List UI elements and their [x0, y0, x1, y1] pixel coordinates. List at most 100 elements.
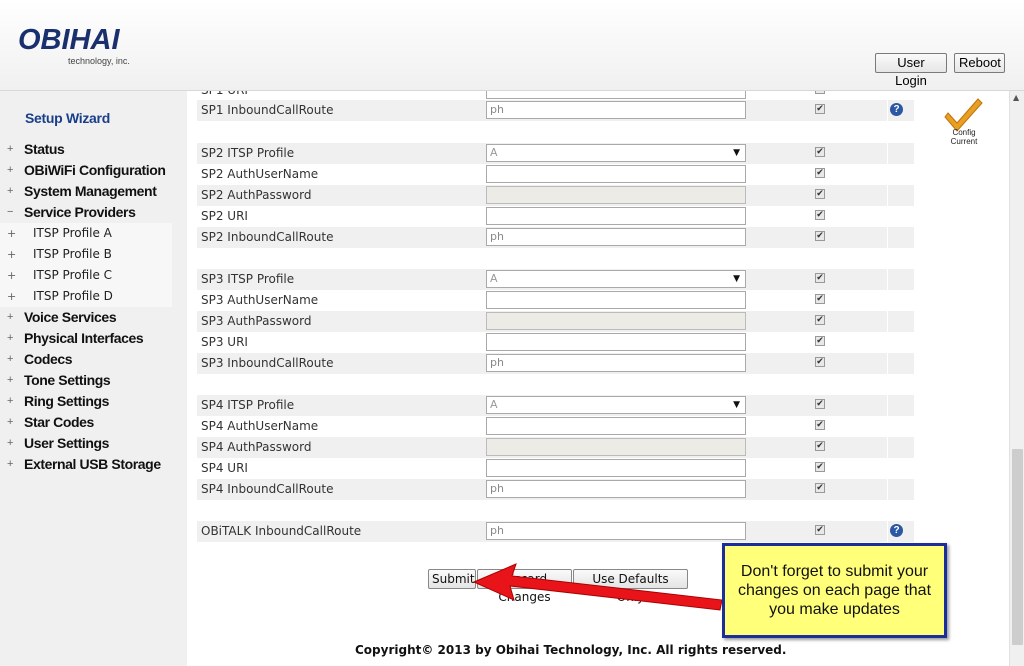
password-field [486, 312, 746, 330]
sidebar-item-label: System Management [24, 183, 157, 199]
expand-icon[interactable]: + [7, 412, 13, 433]
config-status-label: Config Current [950, 128, 978, 146]
sidebar-item[interactable]: + Ring Settings [0, 391, 172, 412]
scroll-thumb[interactable] [1012, 449, 1023, 645]
default-checkbox[interactable]: ✔ [815, 189, 825, 199]
setting-label: SP1 URI [201, 91, 248, 97]
default-checkbox[interactable]: ✔ [815, 483, 825, 493]
expand-icon[interactable]: + [7, 349, 13, 370]
text-field[interactable] [486, 333, 746, 351]
expand-icon[interactable]: + [7, 181, 13, 202]
sidebar-item-label: Codecs [24, 351, 73, 367]
text-field[interactable] [486, 91, 746, 99]
setting-label: SP2 InboundCallRoute [201, 230, 334, 244]
sidebar-item[interactable]: + ITSP Profile D [0, 286, 172, 307]
default-checkbox[interactable]: ✔ [815, 441, 825, 451]
sidebar-item[interactable]: + ITSP Profile A [0, 223, 172, 244]
text-field[interactable]: ph [486, 522, 746, 540]
text-field[interactable]: ph [486, 101, 746, 119]
sidebar-item-label: External USB Storage [24, 456, 161, 472]
page-header: OBIHAI technology, inc. User Login Reboo… [0, 0, 1024, 91]
sidebar-item[interactable]: + External USB Storage [0, 454, 172, 475]
default-checkbox[interactable]: ✔ [815, 273, 825, 283]
expand-icon[interactable]: + [7, 391, 13, 412]
expand-icon[interactable]: + [7, 433, 13, 454]
setting-label: SP3 AuthPassword [201, 314, 312, 328]
setting-label: SP4 ITSP Profile [201, 398, 295, 412]
default-checkbox[interactable]: ✔ [815, 420, 825, 430]
default-checkbox[interactable]: ✔ [815, 147, 825, 157]
sidebar-item[interactable]: + Tone Settings [0, 370, 172, 391]
sidebar-item-label: User Settings [24, 435, 110, 451]
expand-icon[interactable]: + [7, 286, 16, 307]
default-checkbox[interactable]: ✔ [815, 104, 825, 114]
dropdown-arrow-icon[interactable]: ▼ [733, 145, 740, 161]
default-checkbox[interactable]: ✔ [815, 462, 825, 472]
sidebar-item[interactable]: + Codecs [0, 349, 172, 370]
expand-icon[interactable]: + [7, 328, 13, 349]
sidebar-item[interactable]: + Status [0, 139, 172, 160]
sidebar-item[interactable]: + System Management [0, 181, 172, 202]
default-checkbox[interactable]: ✔ [815, 91, 825, 94]
dropdown-arrow-icon[interactable]: ▼ [733, 397, 740, 413]
expand-icon[interactable]: + [7, 223, 16, 244]
user-login-button[interactable]: User Login [875, 53, 947, 88]
text-field[interactable]: ph [486, 480, 746, 498]
text-field[interactable] [486, 207, 746, 225]
profile-select[interactable]: A ▼ [486, 144, 746, 162]
setting-label: SP3 ITSP Profile [201, 272, 295, 286]
setting-row: SP3 URI ✔ [197, 332, 914, 353]
help-icon[interactable]: ? [890, 103, 903, 116]
reboot-button[interactable]: Reboot [954, 53, 1005, 73]
cell-divider [887, 164, 888, 185]
text-field[interactable] [486, 417, 746, 435]
sidebar-item[interactable]: + ITSP Profile B [0, 244, 172, 265]
sidebar-item-label: ITSP Profile A [33, 226, 112, 240]
text-field[interactable] [486, 165, 746, 183]
setting-label: SP2 AuthPassword [201, 188, 312, 202]
default-checkbox[interactable]: ✔ [815, 168, 825, 178]
sidebar-item[interactable]: − Service Providers [0, 202, 172, 223]
cell-divider [887, 332, 888, 353]
expand-icon[interactable]: + [7, 307, 13, 328]
default-checkbox[interactable]: ✔ [815, 315, 825, 325]
expand-icon[interactable]: + [7, 160, 13, 181]
sidebar-nav: + Status + OBiWiFi Configuration + System Man… [0, 139, 172, 475]
submit-button[interactable]: Submit [428, 569, 476, 589]
profile-select[interactable]: A ▼ [486, 270, 746, 288]
default-checkbox[interactable]: ✔ [815, 294, 825, 304]
collapse-icon[interactable]: − [7, 202, 13, 223]
scroll-up-icon[interactable]: ▲ [1013, 93, 1019, 102]
page-scrollbar[interactable]: ▲ [1009, 91, 1024, 666]
sidebar-item[interactable]: + Physical Interfaces [0, 328, 172, 349]
sidebar-item[interactable]: + Voice Services [0, 307, 172, 328]
sidebar-item[interactable]: + Star Codes [0, 412, 172, 433]
sidebar-item-label: Physical Interfaces [24, 330, 144, 346]
sidebar-item[interactable]: + OBiWiFi Configuration [0, 160, 172, 181]
default-checkbox[interactable]: ✔ [815, 399, 825, 409]
default-checkbox[interactable]: ✔ [815, 231, 825, 241]
default-checkbox[interactable]: ✔ [815, 336, 825, 346]
dropdown-arrow-icon[interactable]: ▼ [733, 271, 740, 287]
default-checkbox[interactable]: ✔ [815, 357, 825, 367]
default-checkbox[interactable]: ✔ [815, 210, 825, 220]
setup-wizard-link[interactable]: Setup Wizard [25, 110, 110, 126]
expand-icon[interactable]: + [7, 265, 16, 286]
setting-label: SP3 AuthUserName [201, 293, 319, 307]
expand-icon[interactable]: + [7, 370, 13, 391]
sidebar-item-label: Service Providers [24, 204, 136, 220]
default-checkbox[interactable]: ✔ [815, 525, 825, 535]
text-field[interactable] [486, 291, 746, 309]
cell-divider [887, 227, 888, 248]
expand-icon[interactable]: + [7, 139, 13, 160]
help-icon[interactable]: ? [890, 524, 903, 537]
text-field[interactable]: ph [486, 354, 746, 372]
sidebar-item[interactable]: + ITSP Profile C [0, 265, 172, 286]
text-field[interactable]: ph [486, 228, 746, 246]
expand-icon[interactable]: + [7, 454, 13, 475]
setting-row: SP3 AuthPassword ✔ [197, 311, 914, 332]
text-field[interactable] [486, 459, 746, 477]
profile-select[interactable]: A ▼ [486, 396, 746, 414]
expand-icon[interactable]: + [7, 244, 16, 265]
sidebar-item[interactable]: + User Settings [0, 433, 172, 454]
